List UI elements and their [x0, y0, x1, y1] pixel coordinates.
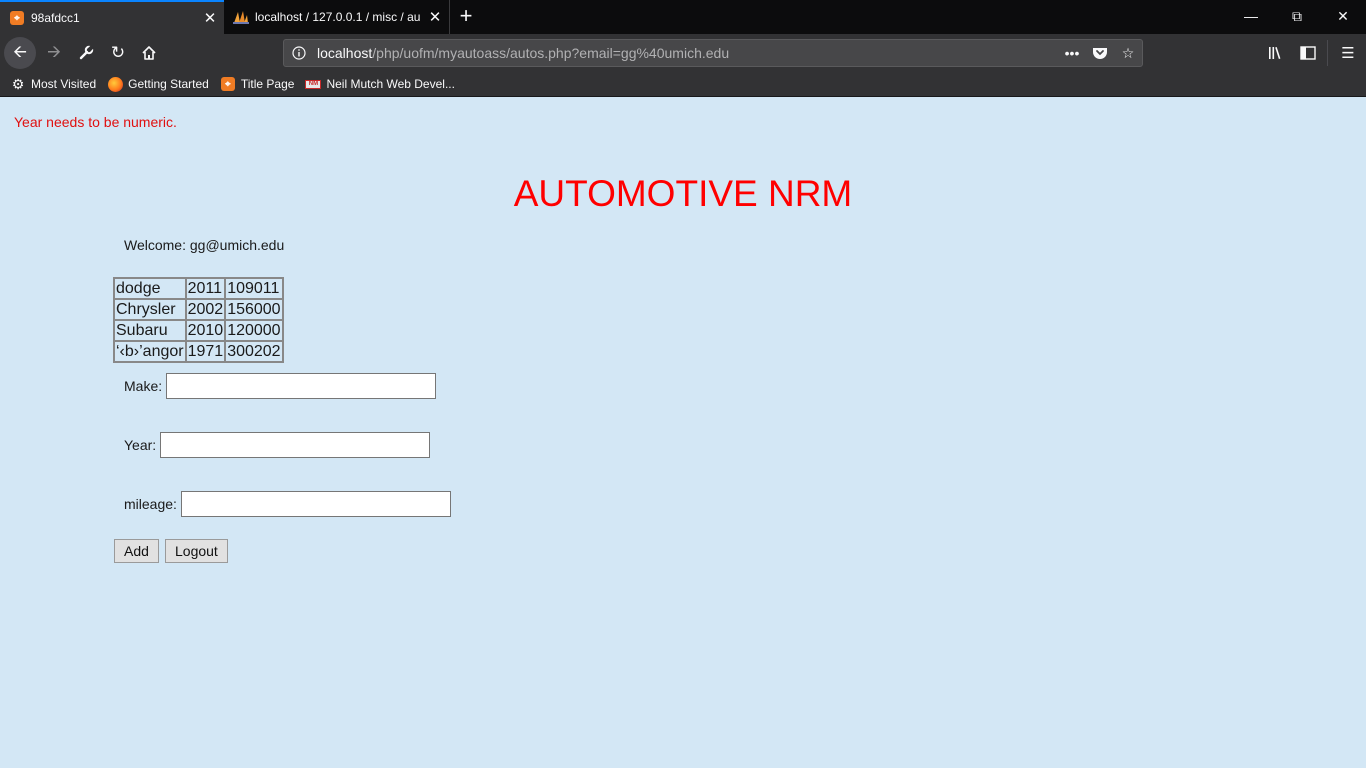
table-row: Chrysler 2002 156000	[114, 299, 283, 320]
xampp-icon: ⌖	[220, 76, 236, 92]
tab-phpmyadmin[interactable]: localhost / 127.0.0.1 / misc / au ✕	[224, 0, 450, 34]
mileage-input[interactable]	[180, 491, 451, 517]
make-input[interactable]	[166, 373, 437, 399]
table-row: Subaru 2010 120000	[114, 320, 283, 341]
table-cell-make: ‘‹b›’angor	[114, 341, 186, 362]
table-cell-mileage: 120000	[225, 320, 283, 341]
mileage-label: mileage:	[124, 496, 177, 512]
xampp-icon: ⌖	[9, 10, 25, 26]
bookmark-neil-mutch[interactable]: NM Neil Mutch Web Devel...	[305, 76, 455, 92]
make-label: Make:	[124, 378, 163, 394]
bookmark-title-page[interactable]: ⌖ Title Page	[220, 76, 295, 92]
site-info-icon[interactable]	[284, 46, 314, 60]
table-cell-mileage: 300202	[225, 341, 283, 362]
bookmarks-toolbar: ⚙ Most Visited Getting Started ⌖ Title P…	[0, 72, 1366, 97]
bookmark-most-visited[interactable]: ⚙ Most Visited	[10, 76, 96, 92]
mileage-row: mileage:	[124, 491, 451, 517]
bookmark-getting-started[interactable]: Getting Started	[107, 76, 209, 92]
table-cell-mileage: 109011	[225, 278, 283, 299]
tab-title: 98afdcc1	[31, 11, 80, 25]
tab-title: localhost / 127.0.0.1 / misc / au	[255, 10, 421, 24]
close-tab-icon[interactable]: ✕	[421, 3, 449, 31]
gear-icon: ⚙	[11, 75, 25, 92]
tab-strip: ⌖ 98afdcc1 ✕ localhost / 127.0.0.1 / mis…	[0, 0, 1366, 34]
new-tab-button[interactable]: +	[452, 2, 480, 30]
table-cell-mileage: 156000	[225, 299, 283, 320]
forward-button[interactable]: 🡪	[38, 37, 70, 69]
phpmyadmin-icon	[233, 9, 249, 25]
address-bar[interactable]: localhost/php/uofm/myautoass/autos.php?e…	[283, 39, 1143, 67]
table-row: ‘‹b›’angor 1971 300202	[114, 341, 283, 362]
make-row: Make:	[124, 373, 437, 399]
error-message: Year needs to be numeric.	[14, 114, 177, 130]
close-window-button[interactable]: ✕	[1320, 0, 1366, 32]
reload-button[interactable]: ↻	[102, 37, 134, 69]
url-path: /php/uofm/myautoass/autos.php?email=gg%4…	[372, 45, 730, 61]
table-cell-make: Chrysler	[114, 299, 186, 320]
bookmark-label: Getting Started	[128, 77, 209, 91]
page-content: Year needs to be numeric. AUTOMOTIVE NRM…	[0, 97, 1366, 768]
navigation-toolbar: 🡨 🡪 ↻ localhost/php/uofm/myautoass/autos…	[0, 34, 1366, 72]
page-title: AUTOMOTIVE NRM	[513, 173, 853, 214]
bookmark-star-icon[interactable]: ☆	[1114, 39, 1142, 67]
welcome-text: Welcome: gg@umich.edu	[124, 237, 285, 253]
url-text[interactable]: localhost/php/uofm/myautoass/autos.php?e…	[314, 45, 1058, 61]
bookmark-label: Most Visited	[31, 77, 97, 91]
year-row: Year:	[124, 432, 431, 458]
pocket-icon[interactable]	[1086, 39, 1114, 67]
autos-table: dodge 2011 109011 Chrysler 2002 156000 S…	[113, 277, 284, 363]
library-icon[interactable]	[1260, 37, 1292, 69]
bookmark-label: Neil Mutch Web Devel...	[326, 77, 455, 91]
nm-icon: NM	[305, 76, 322, 92]
firefox-icon	[107, 76, 123, 92]
table-cell-make: Subaru	[114, 320, 186, 341]
minimize-button[interactable]: —	[1228, 0, 1274, 32]
table-cell-make: dodge	[114, 278, 186, 299]
year-input[interactable]	[160, 432, 431, 458]
restore-button[interactable]: ⧉	[1274, 0, 1320, 32]
logout-button[interactable]: Logout	[165, 539, 228, 563]
year-label: Year:	[124, 437, 157, 453]
url-host: localhost	[317, 45, 373, 61]
table-cell-year: 2010	[185, 320, 226, 341]
wrench-icon[interactable]	[70, 37, 102, 69]
home-button[interactable]	[133, 37, 165, 69]
table-cell-year: 2002	[185, 299, 226, 320]
back-button[interactable]: 🡨	[4, 37, 36, 69]
tab-98afdcc1[interactable]: ⌖ 98afdcc1 ✕	[0, 0, 224, 34]
menu-icon[interactable]: ☰	[1332, 37, 1364, 69]
table-cell-year: 2011	[185, 278, 226, 299]
table-row: dodge 2011 109011	[114, 278, 283, 299]
table-cell-year: 1971	[185, 341, 226, 362]
bookmark-label: Title Page	[240, 77, 295, 91]
sidebar-icon[interactable]	[1292, 37, 1324, 69]
add-button[interactable]: Add	[114, 539, 159, 563]
toolbar-separator	[1327, 40, 1328, 66]
page-actions-icon[interactable]: •••	[1058, 39, 1086, 67]
close-tab-icon[interactable]: ✕	[196, 4, 224, 32]
